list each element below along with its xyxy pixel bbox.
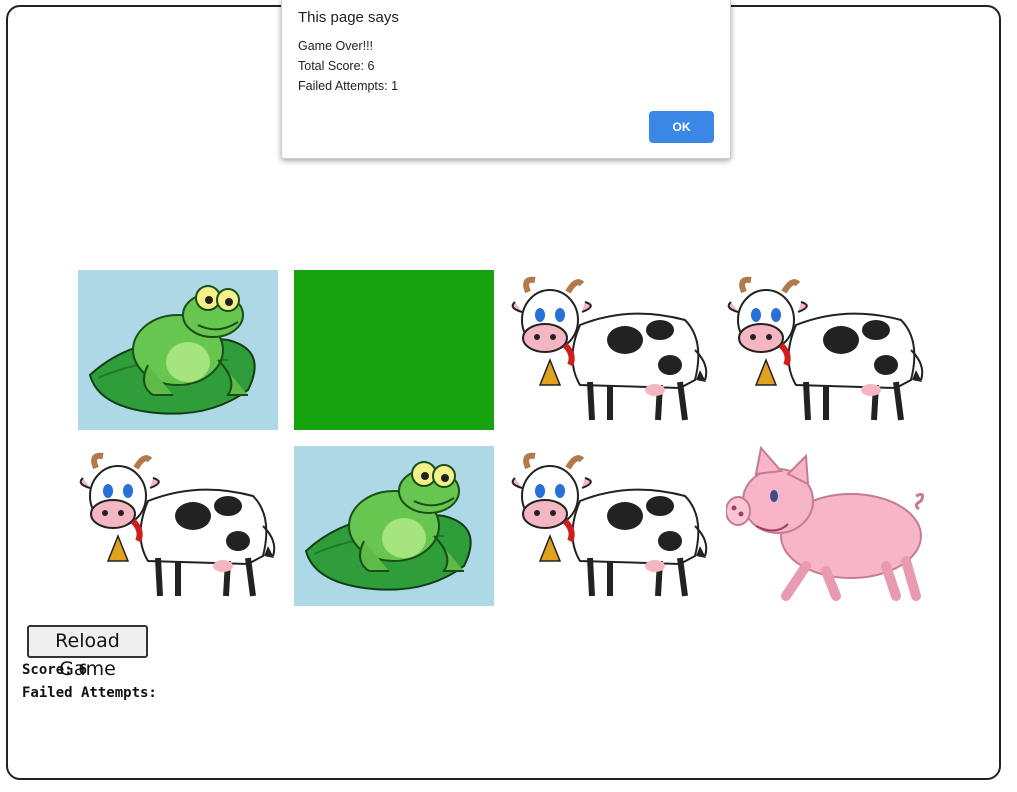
score-label: Score: (22, 662, 73, 678)
pig-icon (726, 446, 925, 601)
frog-icon (88, 285, 256, 415)
alert-message-line: Game Over!!! (298, 39, 374, 53)
alert-message-line: Total Score: 6 (298, 59, 375, 73)
ok-button[interactable]: OK (649, 111, 714, 143)
card-frog[interactable] (78, 270, 278, 430)
cow-icon (79, 452, 276, 597)
reload-game-button[interactable]: Reload Game (27, 625, 148, 680)
score-display: Score: 6 (22, 662, 87, 678)
alert-title: This page says (298, 9, 399, 26)
failed-attempts-label: Failed Attempts: (22, 685, 157, 701)
cow-icon (511, 452, 708, 597)
card-frog[interactable] (294, 446, 494, 606)
cow-icon (727, 276, 924, 421)
cow-icon (511, 276, 708, 421)
card-back[interactable] (294, 270, 494, 430)
alert-dialog: This page says Game Over!!! Total Score:… (281, 0, 731, 159)
card-cow[interactable] (78, 446, 278, 606)
score-value: 6 (78, 662, 88, 678)
card-cow[interactable] (510, 270, 710, 430)
frog-icon (304, 461, 472, 591)
card-cow[interactable] (726, 270, 926, 430)
card-pig[interactable] (726, 446, 926, 606)
alert-message-line: Failed Attempts: 1 (298, 79, 399, 93)
card-cow[interactable] (510, 446, 710, 606)
failed-attempts-display: Failed Attempts: (22, 685, 163, 701)
